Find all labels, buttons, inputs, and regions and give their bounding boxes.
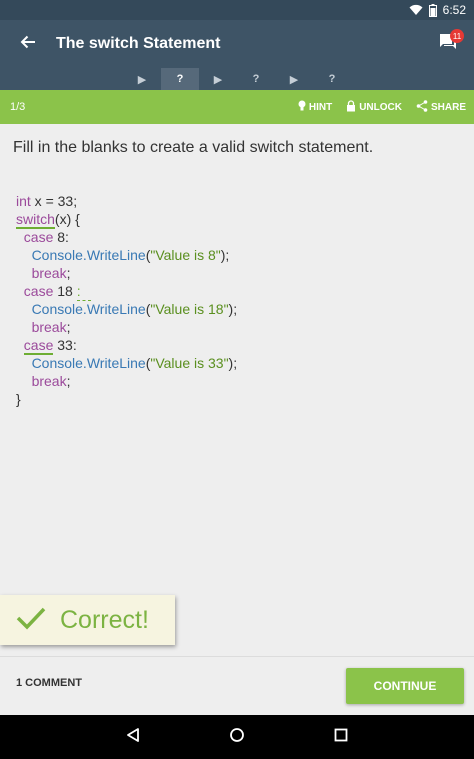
back-button[interactable]: [0, 20, 56, 68]
lesson-toolbar: 1/3 HINT UNLOCK SHARE: [0, 90, 474, 124]
unlock-label: UNLOCK: [359, 101, 402, 113]
filled-blank[interactable]: switch: [16, 211, 55, 229]
comments-button[interactable]: 11: [422, 20, 474, 68]
lesson-progress: ▶ ? ▶ ? ▶ ?: [0, 68, 474, 90]
code-line: case 18 :: [16, 282, 237, 301]
share-label: SHARE: [430, 101, 466, 113]
code-line: }: [16, 391, 21, 407]
code-block: int x = 33; switch(x) { case 8: Console.…: [16, 192, 237, 408]
nav-recents-button[interactable]: [325, 721, 357, 753]
code-line: Console.WriteLine("Value is 18");: [31, 301, 238, 317]
step-4[interactable]: ?: [237, 68, 275, 90]
page-title: The switch Statement: [56, 35, 221, 52]
wifi-icon: [409, 4, 423, 16]
code-line: break;: [31, 265, 71, 281]
code-line: Console.WriteLine("Value is 33");: [31, 355, 238, 371]
lock-icon: [346, 99, 356, 115]
status-bar: 6:52: [0, 0, 474, 20]
feedback-text: Correct!: [60, 605, 149, 634]
share-icon: [416, 99, 428, 115]
unlock-button[interactable]: UNLOCK: [346, 99, 402, 115]
code-line: case 8:: [23, 229, 69, 245]
code-line: break;: [31, 373, 71, 389]
hint-button[interactable]: HINT: [298, 100, 332, 114]
square-recents-icon: [334, 728, 348, 747]
triangle-back-icon: [125, 727, 141, 748]
code-line: switch(x) {: [16, 211, 80, 229]
checkmark-icon: [16, 606, 46, 635]
nav-home-button[interactable]: [221, 721, 253, 753]
app-bar: The switch Statement 11: [0, 20, 474, 68]
battery-icon: [428, 3, 437, 17]
notification-badge: 11: [450, 29, 464, 43]
lightbulb-icon: [298, 100, 306, 114]
code-line: Console.WriteLine("Value is 8");: [31, 247, 230, 263]
comments-link[interactable]: 1 COMMENT: [16, 677, 82, 689]
correct-feedback: Correct!: [0, 595, 175, 645]
code-line: case 33:: [23, 337, 77, 355]
filled-blank[interactable]: :: [76, 282, 91, 301]
step-3[interactable]: ▶: [199, 68, 237, 90]
code-line: int x = 33;: [16, 193, 78, 209]
hint-label: HINT: [308, 101, 333, 113]
status-time: 6:52: [442, 3, 466, 17]
navigation-bar: [0, 715, 474, 759]
circle-home-icon: [229, 727, 245, 748]
share-button[interactable]: SHARE: [416, 99, 466, 115]
nav-back-button[interactable]: [117, 721, 149, 753]
filled-blank[interactable]: case: [23, 337, 54, 355]
question-text: Fill in the blanks to create a valid swi…: [13, 139, 374, 156]
footer-divider: [0, 656, 474, 657]
question-counter: 1/3: [10, 101, 26, 113]
step-6[interactable]: ?: [313, 68, 351, 90]
code-line: break;: [31, 319, 71, 335]
arrow-left-icon: [20, 34, 36, 55]
step-1[interactable]: ▶: [123, 68, 161, 90]
step-2[interactable]: ?: [161, 68, 199, 90]
continue-button[interactable]: CONTINUE: [346, 668, 464, 704]
step-5[interactable]: ▶: [275, 68, 313, 90]
